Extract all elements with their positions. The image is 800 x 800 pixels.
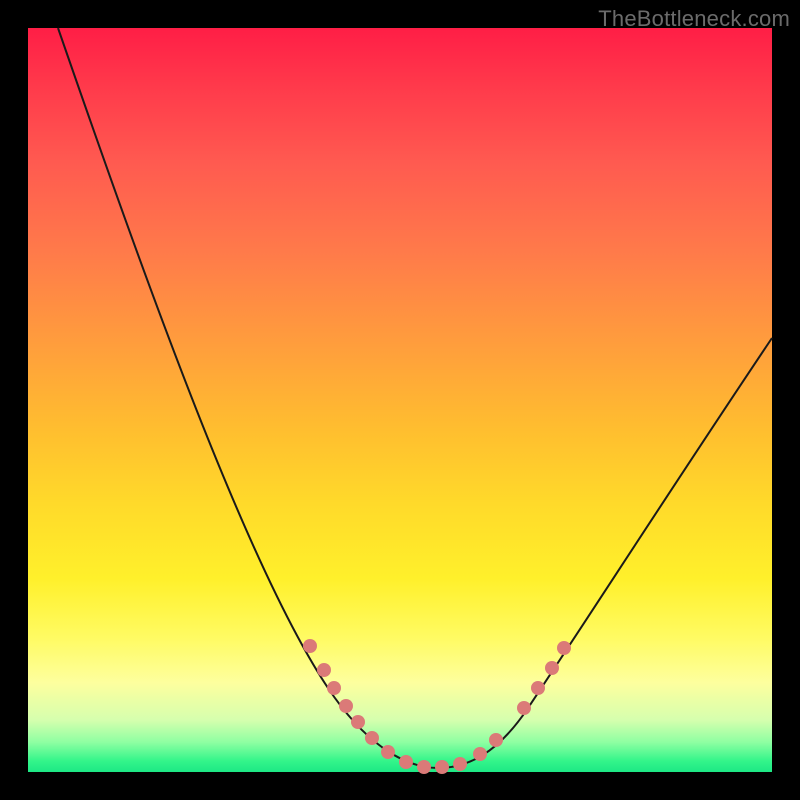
bead-cluster-right [473, 641, 571, 761]
plot-area [28, 28, 772, 772]
chart-frame: TheBottleneck.com [0, 0, 800, 800]
curve-svg [28, 28, 772, 772]
bead-cluster-bottom [399, 755, 467, 774]
bottleneck-curve [58, 28, 772, 768]
watermark-text: TheBottleneck.com [598, 6, 790, 32]
bead-cluster-left [303, 639, 395, 759]
